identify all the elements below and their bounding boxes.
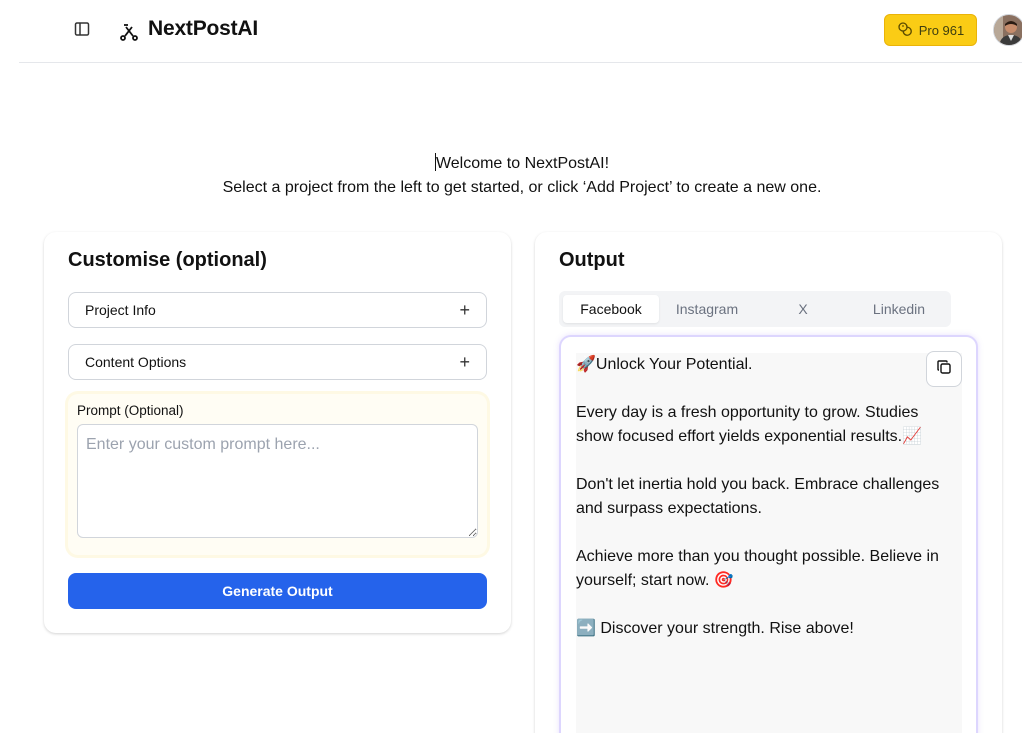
prompt-input[interactable] bbox=[77, 424, 478, 538]
accordion-label: Project Info bbox=[85, 302, 156, 318]
pro-credits-label: Pro 961 bbox=[918, 22, 965, 38]
sidebar-toggle-icon[interactable] bbox=[73, 20, 91, 38]
post-paragraph: Every day is a fresh opportunity to grow… bbox=[576, 404, 923, 445]
accordion-label: Content Options bbox=[85, 354, 187, 370]
output-content[interactable]: 🚀Unlock Your Potential. Every day is a f… bbox=[576, 353, 962, 733]
avatar[interactable] bbox=[993, 14, 1022, 46]
output-panel: 🚀Unlock Your Potential. Every day is a f… bbox=[559, 335, 978, 733]
plus-icon: + bbox=[459, 352, 470, 372]
post-paragraph: 🚀Unlock Your Potential. bbox=[576, 356, 753, 373]
plus-icon: + bbox=[459, 300, 470, 320]
output-card: Output Facebook Instagram X Linkedin 🚀Un… bbox=[535, 232, 1002, 733]
tab-facebook[interactable]: Facebook bbox=[563, 295, 659, 323]
post-paragraph: ➡️ Discover your strength. Rise above! bbox=[576, 620, 854, 637]
tab-linkedin[interactable]: Linkedin bbox=[851, 295, 947, 323]
pro-credits-button[interactable]: Pro 961 bbox=[884, 14, 977, 46]
tab-x[interactable]: X bbox=[755, 295, 851, 323]
coins-icon bbox=[897, 21, 913, 40]
post-paragraph: Achieve more than you thought possible. … bbox=[576, 548, 939, 589]
welcome-message: Welcome to NextPostAI! Select a project … bbox=[0, 152, 1022, 200]
brand-name[interactable]: NextPostAI bbox=[148, 17, 258, 41]
project-info-accordion[interactable]: Project Info + bbox=[68, 292, 487, 328]
logo-icon bbox=[119, 21, 139, 43]
top-bar: NextPostAI Pro 961 bbox=[19, 0, 1022, 63]
prompt-label: Prompt (Optional) bbox=[77, 403, 184, 418]
generated-post: 🚀Unlock Your Potential. Every day is a f… bbox=[576, 353, 962, 665]
prompt-section: Prompt (Optional) bbox=[68, 394, 487, 555]
customise-title: Customise (optional) bbox=[68, 249, 267, 271]
customise-card: Customise (optional) Project Info + Cont… bbox=[44, 232, 511, 633]
content-options-accordion[interactable]: Content Options + bbox=[68, 344, 487, 380]
tab-instagram[interactable]: Instagram bbox=[659, 295, 755, 323]
welcome-title: Welcome to NextPostAI! bbox=[435, 155, 610, 172]
copy-button[interactable] bbox=[926, 351, 962, 387]
copy-icon bbox=[936, 359, 952, 380]
platform-tabs: Facebook Instagram X Linkedin bbox=[559, 291, 951, 327]
generate-output-button[interactable]: Generate Output bbox=[68, 573, 487, 609]
welcome-subtitle: Select a project from the left to get st… bbox=[222, 179, 822, 196]
output-title: Output bbox=[559, 249, 625, 271]
post-paragraph: Don't let inertia hold you back. Embrace… bbox=[576, 476, 940, 517]
